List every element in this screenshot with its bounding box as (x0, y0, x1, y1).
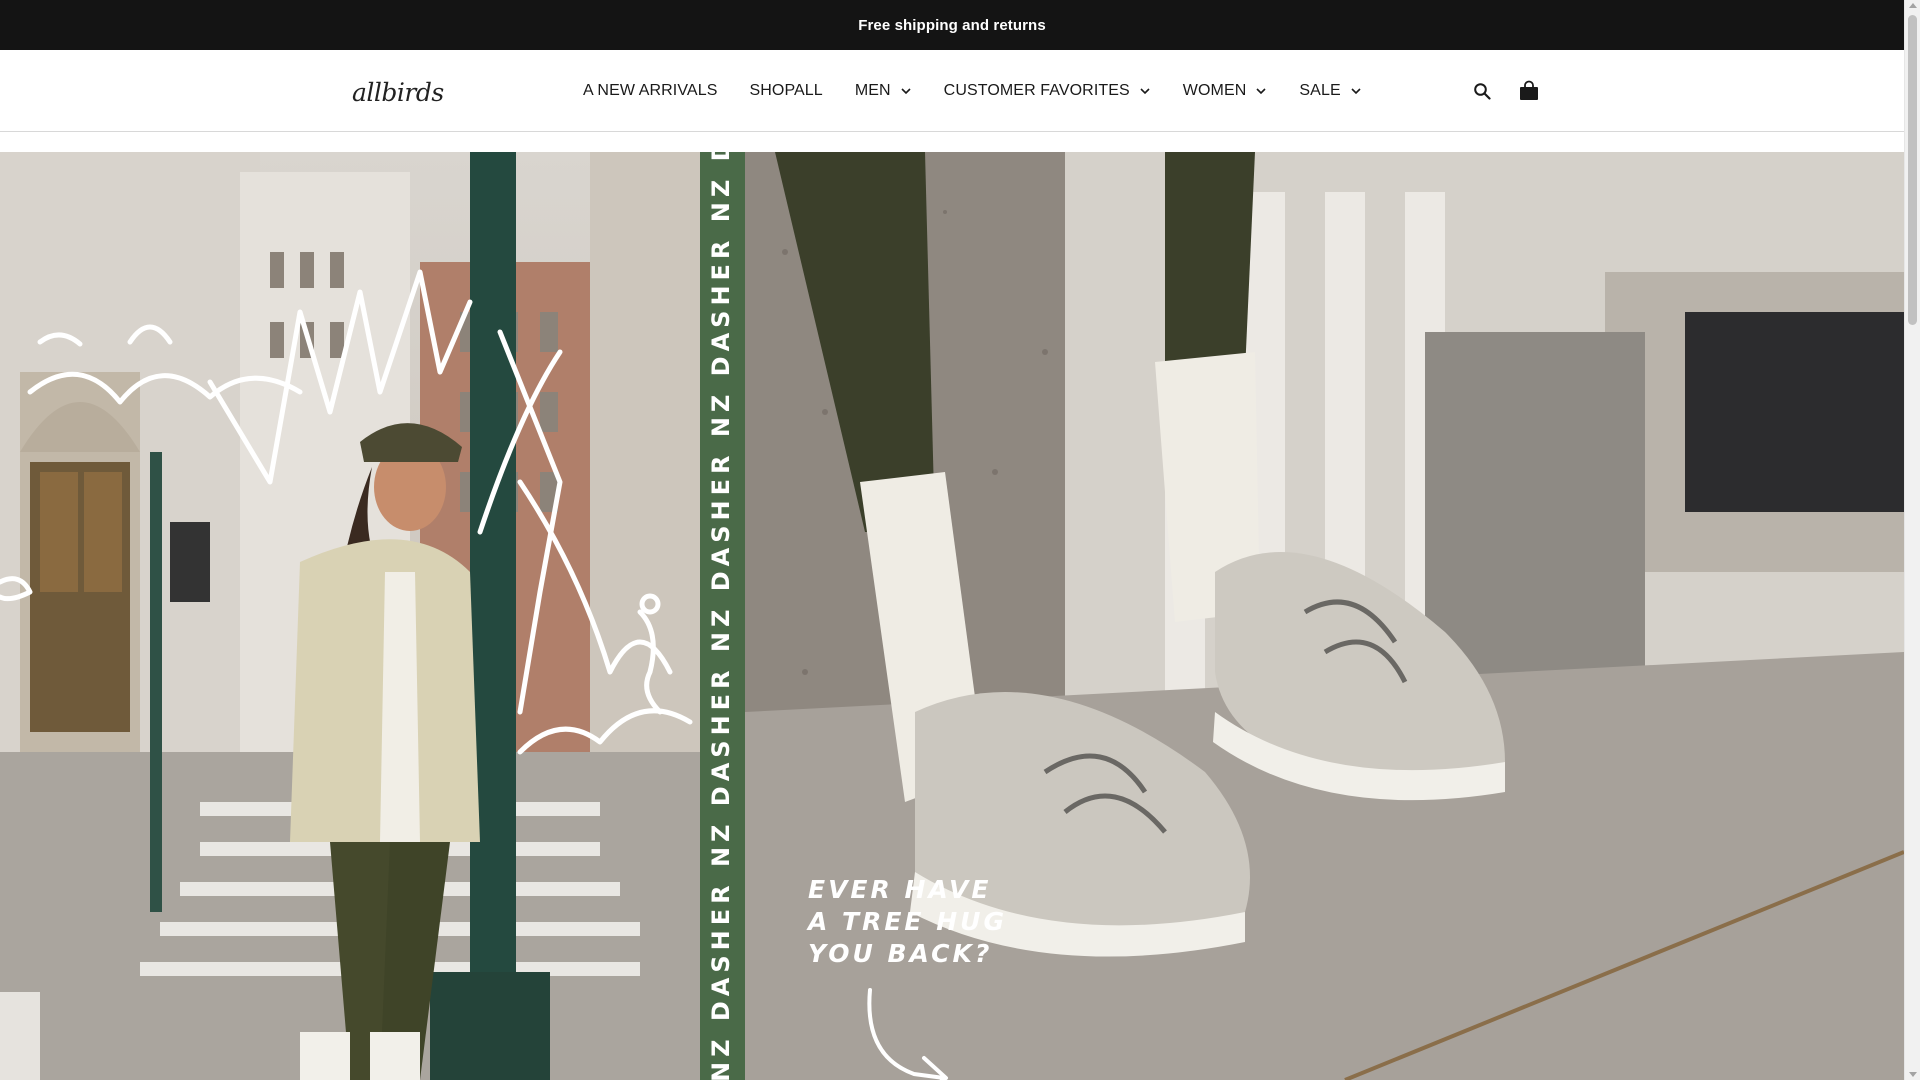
site-header: allbirds A NEW ARRIVALS SHOPALL MEN CUST… (0, 50, 1904, 132)
announcement-text: Free shipping and returns (858, 16, 1046, 34)
chevron-down-icon (1255, 85, 1267, 97)
hero-tagline: EVER HAVE A TREE HUG YOU BACK? (808, 874, 1007, 970)
scroll-down-arrow-icon[interactable] (1909, 1072, 1917, 1077)
nav-item-men[interactable]: MEN (855, 82, 912, 100)
announcement-bar: Free shipping and returns (0, 0, 1904, 50)
nav-item-label: WOMEN (1182, 82, 1247, 99)
hero-banner[interactable]: NZ DASHER NZ DASHER NZ DASHER NZ DASHER … (0, 152, 1904, 1080)
chevron-down-icon (900, 85, 912, 97)
page-scrollbar[interactable] (1904, 0, 1920, 1080)
nav-item-shop-all[interactable]: SHOPALL (749, 82, 822, 100)
nav-item-label: A NEW ARRIVALS (583, 82, 718, 99)
search-icon[interactable] (1470, 79, 1494, 103)
tagline-line-1: EVER HAVE (808, 875, 992, 904)
nav-item-label: CUSTOMER FAVORITES (943, 82, 1130, 99)
chevron-down-icon (1350, 85, 1362, 97)
nav-item-label: SALE (1299, 82, 1341, 99)
chevron-down-icon (1139, 85, 1151, 97)
header-actions (1470, 50, 1541, 132)
nav-item-label: SHOPALL (749, 82, 823, 99)
hero-stripe: NZ DASHER NZ DASHER NZ DASHER NZ DASHER … (700, 152, 745, 1080)
tagline-line-2: A TREE HUG (808, 907, 1007, 936)
main-nav: A NEW ARRIVALS SHOPALL MEN CUSTOMER FAVO… (583, 50, 1394, 132)
nav-item-customer-favorites[interactable]: CUSTOMER FAVORITES (944, 82, 1151, 100)
scroll-thumb[interactable] (1908, 15, 1917, 325)
nav-item-label: MEN (854, 82, 891, 99)
logo-text: allbirds (352, 77, 444, 107)
allbirds-logo[interactable]: allbirds (352, 76, 444, 108)
nav-item-sale[interactable]: SALE (1299, 82, 1361, 100)
nav-item-new-arrivals[interactable]: A NEW ARRIVALS (583, 82, 717, 100)
stripe-text: NZ DASHER NZ DASHER NZ DASHER NZ DASHER … (707, 152, 735, 1080)
nav-item-women[interactable]: WOMEN (1183, 82, 1268, 100)
scroll-up-arrow-icon[interactable] (1909, 3, 1917, 8)
arrow-doodle-icon (867, 988, 948, 1080)
shopping-bag-icon[interactable] (1517, 79, 1541, 103)
hero-image-street-model (0, 152, 700, 1080)
tagline-line-3: YOU BACK? (808, 939, 993, 968)
